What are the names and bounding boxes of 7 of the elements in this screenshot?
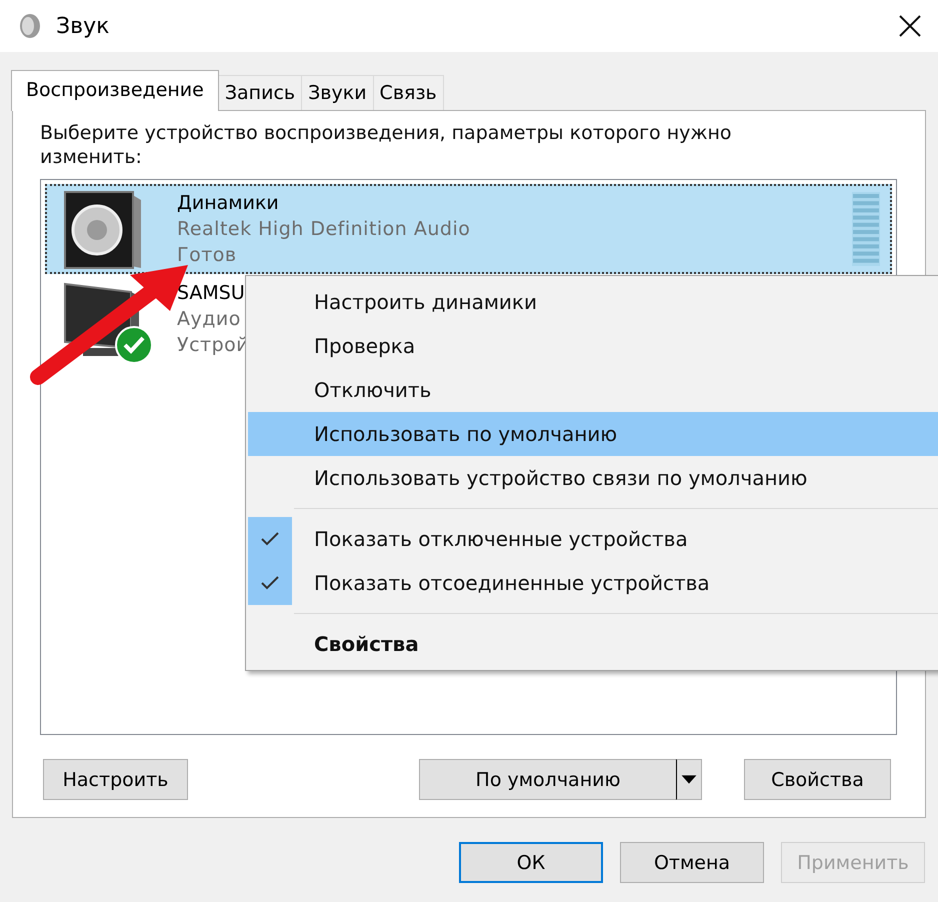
device-driver: Аудио xyxy=(177,307,242,332)
window-title: Звук xyxy=(56,14,110,38)
device-status: Готов xyxy=(177,243,238,268)
instruction-text: Выберите устройство воспроизведения, параметры которого нужно изменить: xyxy=(40,121,733,169)
device-name: Динамики xyxy=(177,191,280,216)
device-name: SAMSU xyxy=(177,281,246,306)
device-driver: Realtek High Definition Audio xyxy=(177,217,470,242)
